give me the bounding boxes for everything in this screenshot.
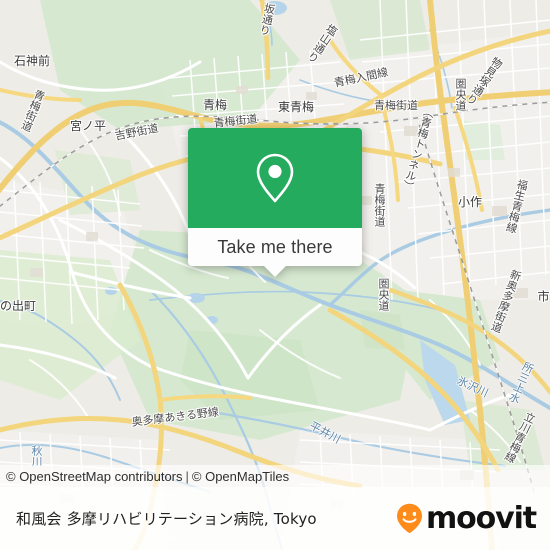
attribution-separator: | bbox=[185, 468, 189, 484]
attribution-openmaptiles[interactable]: © OpenMapTiles bbox=[192, 469, 289, 484]
map-attribution-bar: © OpenStreetMap contributors | © OpenMap… bbox=[0, 465, 550, 487]
moovit-wordmark: moovit bbox=[425, 500, 537, 536]
map-container[interactable]: 石神前 宮ノ平 青梅街道 吉野街道 の出町 秋川 坂通り 塩山通り 青梅 東青梅 青梅街道 青梅入間線… bbox=[0, 0, 550, 550]
moovit-logo[interactable]: moovit bbox=[396, 500, 537, 536]
popup-pointer bbox=[264, 266, 286, 277]
location-title: 和風会 多摩リハビリテーション病院, Tokyo bbox=[16, 510, 317, 528]
take-me-there-button[interactable]: Take me there bbox=[188, 228, 362, 266]
moovit-smiley-pin-icon bbox=[396, 503, 422, 534]
footer-bar: 和風会 多摩リハビリテーション病院, Tokyo moovit bbox=[0, 487, 550, 550]
attribution-osm[interactable]: © OpenStreetMap contributors bbox=[6, 469, 183, 484]
popup-header bbox=[188, 128, 362, 228]
map-pin-icon bbox=[256, 153, 294, 203]
location-popup-card[interactable]: Take me there bbox=[188, 128, 362, 277]
